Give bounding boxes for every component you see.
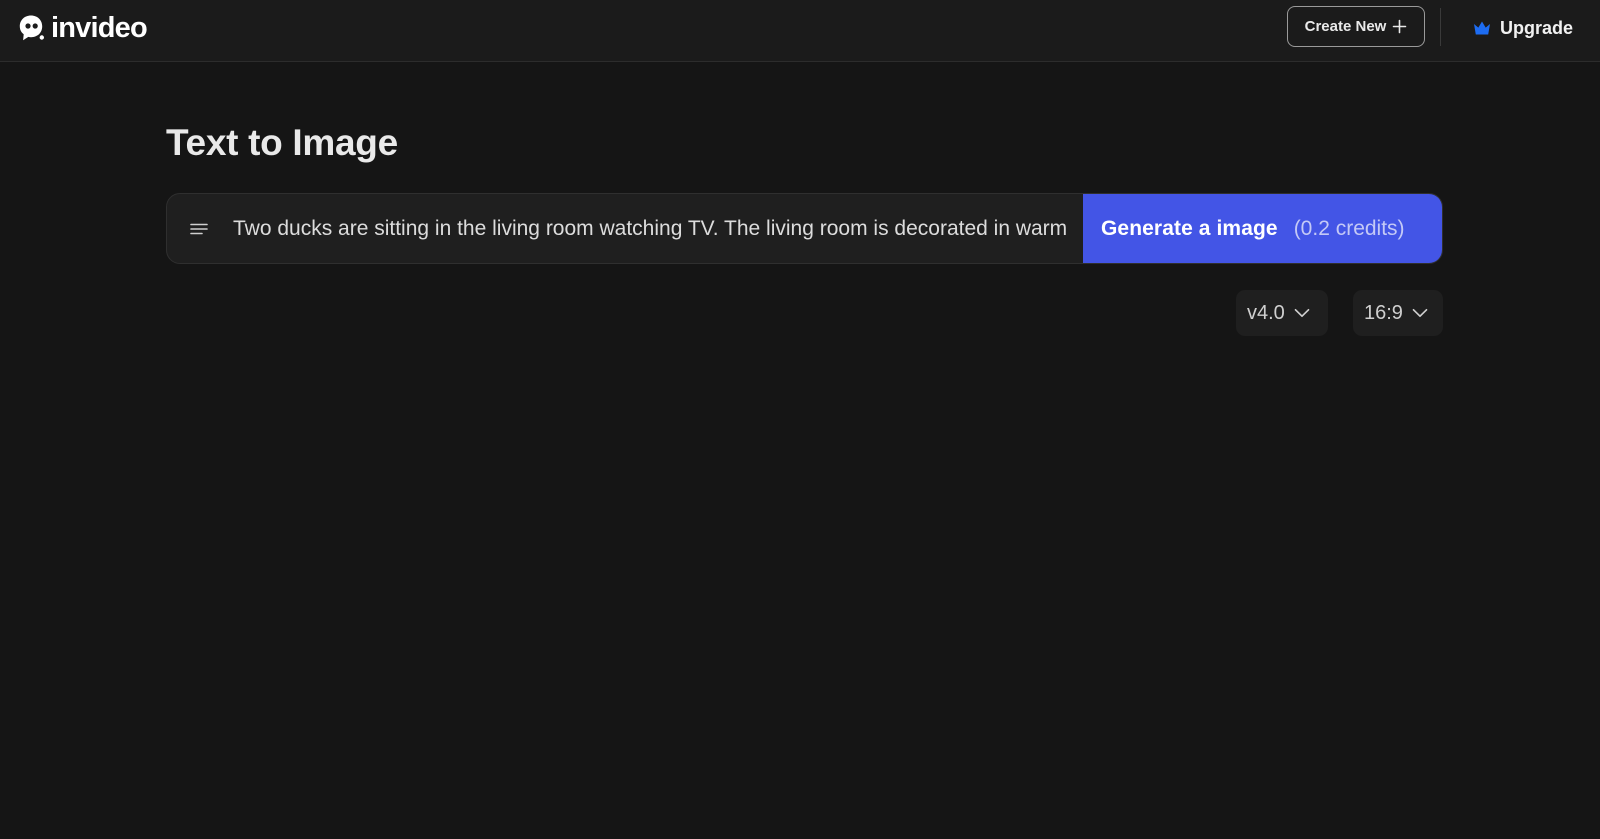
create-new-button[interactable]: Create New xyxy=(1287,6,1425,47)
aspect-ratio-select[interactable]: 16:9 xyxy=(1353,290,1443,336)
generate-button-label: Generate a image xyxy=(1101,216,1278,240)
invideo-logo-icon xyxy=(19,15,44,41)
chevron-down-icon xyxy=(1294,308,1310,318)
prompt-input[interactable] xyxy=(233,194,1070,263)
top-navigation-bar: invideo Create New Upgrade xyxy=(0,0,1600,62)
logo-wordmark: invideo xyxy=(51,12,148,44)
plus-icon xyxy=(1393,19,1407,34)
model-version-select[interactable]: v4.0 xyxy=(1236,290,1328,336)
header-divider xyxy=(1440,8,1441,46)
aspect-ratio-value: 16:9 xyxy=(1364,301,1403,324)
page-title: Text to Image xyxy=(166,122,398,163)
upgrade-label: Upgrade xyxy=(1500,17,1574,38)
prompt-bar: Generate a image (0.2 credits) xyxy=(166,193,1443,264)
generate-button-credits: (0.2 credits) xyxy=(1293,216,1405,240)
crown-icon xyxy=(1474,21,1490,35)
upgrade-button[interactable]: Upgrade xyxy=(1473,14,1573,42)
create-new-label: Create New xyxy=(1304,18,1387,35)
model-version-value: v4.0 xyxy=(1247,301,1285,324)
generate-image-button[interactable]: Generate a image (0.2 credits) xyxy=(1083,194,1442,263)
text-lines-icon xyxy=(190,223,208,235)
invideo-logo[interactable]: invideo xyxy=(17,12,148,44)
chevron-down-icon xyxy=(1412,308,1428,318)
